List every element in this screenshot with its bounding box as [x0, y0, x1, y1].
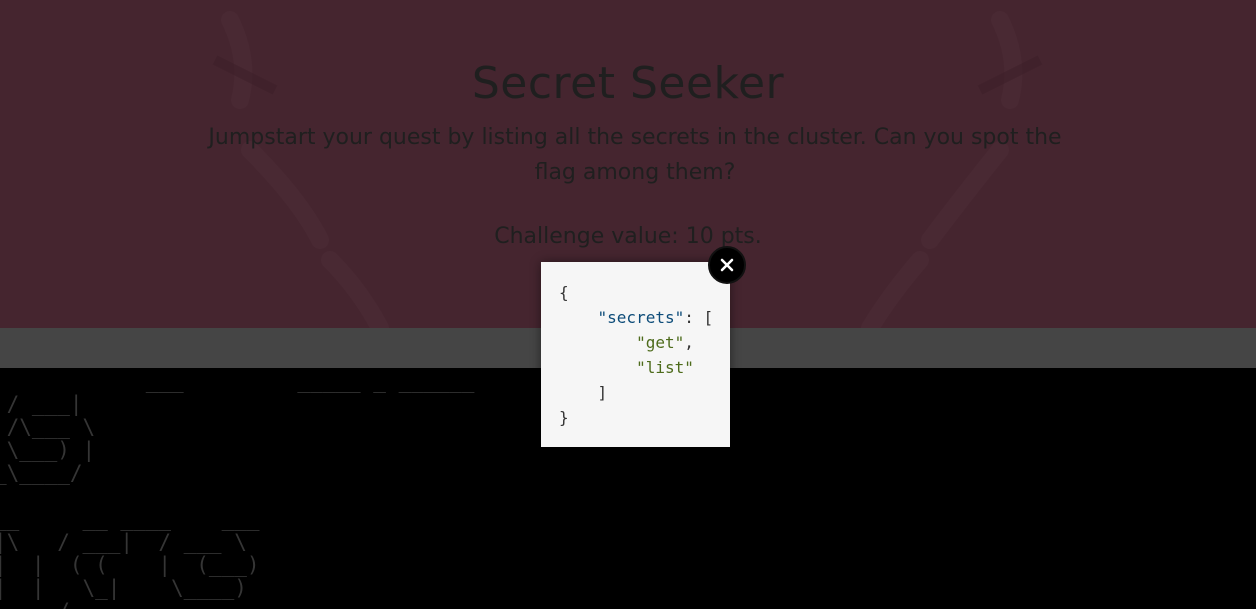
- code-line: "get",: [559, 330, 730, 355]
- json-punctuation: ]: [597, 383, 608, 402]
- json-string: "list": [636, 358, 694, 377]
- json-punctuation: }: [559, 408, 569, 427]
- json-code-block: { "secrets": [ "get", "list" ]}: [541, 262, 730, 430]
- json-string: "get": [636, 333, 685, 352]
- json-key: "secrets": [597, 308, 685, 327]
- modal-close-button[interactable]: [708, 246, 746, 284]
- code-line: }: [559, 405, 730, 430]
- json-punctuation: {: [559, 283, 569, 302]
- code-line: "secrets": [: [559, 305, 730, 330]
- json-punctuation: ,: [684, 333, 694, 352]
- permissions-modal: { "secrets": [ "get", "list" ]}: [541, 262, 730, 447]
- close-icon: [720, 258, 734, 272]
- code-line: {: [559, 280, 730, 305]
- code-line: "list": [559, 355, 730, 380]
- json-punctuation: : [: [684, 308, 714, 327]
- code-line: ]: [559, 380, 730, 405]
